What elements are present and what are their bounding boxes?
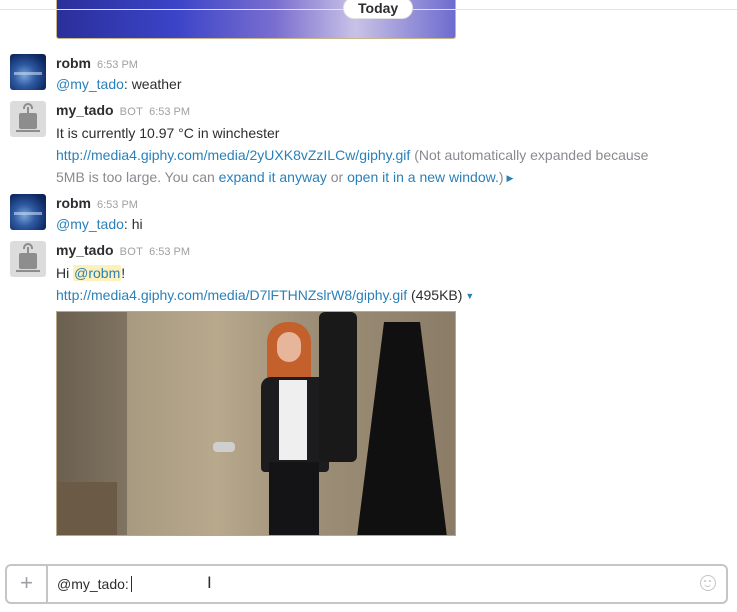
gif-hanging-clothes bbox=[319, 312, 357, 462]
notice-line: 5MB is too large. You can expand it anyw… bbox=[56, 167, 513, 188]
timestamp[interactable]: 6:53 PM bbox=[97, 199, 138, 211]
ibeam-cursor-icon: I bbox=[207, 573, 212, 592]
message-meta: my_tado BOT 6:53 PM bbox=[56, 242, 190, 262]
message-meta: robm 6:53 PM bbox=[56, 195, 138, 215]
timestamp[interactable]: 6:53 PM bbox=[97, 59, 138, 71]
message-text: It is currently 10.97 °C in winchester bbox=[56, 125, 280, 141]
message-body: @my_tado: weather bbox=[56, 74, 182, 94]
open-new-window-link[interactable]: open it in a new window. bbox=[347, 169, 499, 185]
mention-highlight[interactable]: @robm bbox=[73, 265, 122, 281]
gif-hanging-dress bbox=[357, 322, 447, 535]
avatar-robm[interactable] bbox=[10, 54, 46, 90]
gif-preview-image[interactable] bbox=[56, 311, 456, 536]
avatar-robm[interactable] bbox=[10, 194, 46, 230]
message-meta: robm 6:53 PM bbox=[56, 55, 138, 75]
robot-base bbox=[16, 270, 40, 272]
message-composer[interactable]: + @my_tado: I bbox=[5, 564, 728, 604]
avatar-bot[interactable] bbox=[10, 241, 46, 277]
greeting-text: Hi bbox=[56, 265, 70, 281]
message-link-line: http://media4.giphy.com/media/2yUXK8vZzI… bbox=[56, 145, 648, 165]
add-attachment-button[interactable]: + bbox=[7, 566, 48, 602]
gif-face bbox=[277, 332, 301, 362]
text-caret bbox=[130, 576, 132, 592]
message-text: : hi bbox=[123, 216, 143, 232]
emoji-icon[interactable] bbox=[700, 575, 716, 591]
robot-icon bbox=[19, 253, 37, 269]
punct: ! bbox=[121, 265, 126, 281]
author-name[interactable]: robm bbox=[56, 55, 91, 71]
gif-link[interactable]: http://media4.giphy.com/media/2yUXK8vZzI… bbox=[56, 147, 410, 163]
close-paren: ) bbox=[498, 169, 504, 185]
gif-shelf bbox=[57, 482, 117, 535]
message-link-line: http://media4.giphy.com/media/D7lFTHNZsl… bbox=[56, 285, 474, 306]
author-name[interactable]: my_tado bbox=[56, 102, 114, 118]
author-name[interactable]: my_tado bbox=[56, 242, 114, 258]
gif-shirt bbox=[279, 380, 307, 460]
gif-jeans bbox=[269, 462, 319, 535]
message-body: @my_tado: hi bbox=[56, 214, 143, 234]
notice-text-2: 5MB is too large. You can bbox=[56, 169, 215, 185]
message-body: Hi @robm! bbox=[56, 263, 125, 283]
message-input-value: @my_tado: bbox=[57, 576, 129, 592]
timestamp[interactable]: 6:53 PM bbox=[149, 106, 190, 118]
expand-anyway-link[interactable]: expand it anyway bbox=[219, 169, 327, 185]
robot-icon bbox=[19, 113, 37, 129]
caret-right-icon[interactable]: ▶ bbox=[507, 173, 514, 183]
robot-base bbox=[16, 130, 40, 132]
notice-text: (Not automatically expanded because bbox=[414, 147, 649, 163]
avatar-bot[interactable] bbox=[10, 101, 46, 137]
gif-door-handle bbox=[213, 442, 235, 452]
caret-down-icon[interactable]: ▼ bbox=[465, 291, 474, 301]
mention-link[interactable]: @my_tado bbox=[56, 216, 124, 232]
bot-badge: BOT bbox=[119, 246, 144, 258]
author-name[interactable]: robm bbox=[56, 195, 91, 211]
gif-link[interactable]: http://media4.giphy.com/media/D7lFTHNZsl… bbox=[56, 287, 407, 303]
message-meta: my_tado BOT 6:53 PM bbox=[56, 102, 190, 122]
file-size: (495KB) bbox=[411, 287, 463, 303]
or-text: or bbox=[330, 169, 344, 185]
mention-link[interactable]: @my_tado bbox=[56, 76, 124, 92]
bot-badge: BOT bbox=[119, 106, 144, 118]
message-input[interactable]: @my_tado: bbox=[57, 574, 132, 594]
message-text: : weather bbox=[123, 76, 182, 92]
bottom-hint-bars bbox=[520, 608, 720, 612]
day-divider-label: Today bbox=[343, 0, 414, 19]
timestamp[interactable]: 6:53 PM bbox=[149, 246, 190, 258]
